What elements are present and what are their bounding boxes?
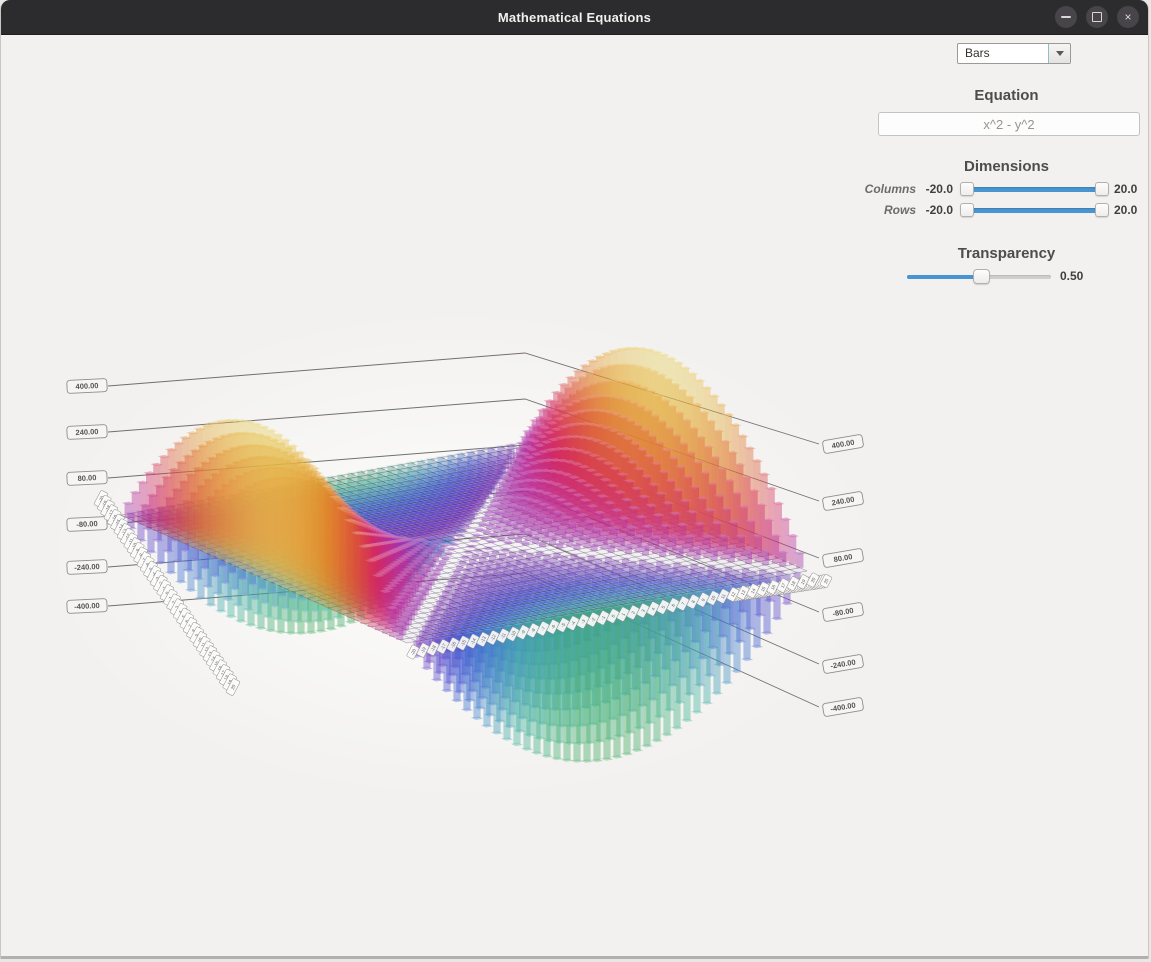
titlebar[interactable]: Mathematical Equations × xyxy=(1,0,1148,35)
minimize-icon xyxy=(1061,16,1071,18)
minimize-button[interactable] xyxy=(1055,6,1077,28)
transparency-heading: Transparency xyxy=(861,245,1151,262)
columns-max-value: 20.0 xyxy=(1114,182,1137,196)
chevron-down-icon xyxy=(1056,51,1064,56)
close-icon: × xyxy=(1124,6,1131,28)
equation-heading: Equation xyxy=(861,87,1151,104)
equation-input[interactable] xyxy=(878,112,1140,136)
rows-range-slider[interactable] xyxy=(961,203,1108,218)
rows-slider-track xyxy=(963,208,1106,213)
columns-slider-right-handle[interactable] xyxy=(1095,182,1109,196)
transparency-slider-handle[interactable] xyxy=(973,269,990,284)
rows-slider-left-handle[interactable] xyxy=(960,203,974,217)
main-content: Bars Equation Dimensions Columns -20.0 2… xyxy=(1,35,1148,956)
window-title: Mathematical Equations xyxy=(498,10,651,25)
transparency-row: 0.50 xyxy=(861,268,1151,284)
columns-slider-left-handle[interactable] xyxy=(960,182,974,196)
transparency-slider[interactable] xyxy=(907,269,1051,284)
maximize-icon xyxy=(1092,12,1102,22)
rows-label: Rows xyxy=(861,203,916,217)
transparency-value: 0.50 xyxy=(1060,269,1083,283)
close-button[interactable]: × xyxy=(1117,6,1139,28)
rows-max-value: 20.0 xyxy=(1114,203,1137,217)
columns-min-value: -20.0 xyxy=(916,182,953,196)
columns-slider-track xyxy=(963,187,1106,192)
rows-slider-right-handle[interactable] xyxy=(1095,203,1109,217)
columns-dimension-row: Columns -20.0 20.0 xyxy=(861,181,1151,197)
transparency-slider-fill xyxy=(907,275,982,279)
settings-panel: Bars Equation Dimensions Columns -20.0 2… xyxy=(861,35,1151,956)
columns-range-slider[interactable] xyxy=(961,182,1108,197)
dimensions-heading: Dimensions xyxy=(861,158,1151,175)
bars-3d-chart[interactable] xyxy=(1,35,901,956)
window-controls: × xyxy=(1055,6,1139,28)
app-window: Mathematical Equations × Bars Equation D… xyxy=(0,0,1149,959)
dropdown-arrow-button[interactable] xyxy=(1048,44,1070,63)
columns-label: Columns xyxy=(861,182,916,196)
chart-type-value: Bars xyxy=(965,46,990,60)
chart-type-dropdown[interactable]: Bars xyxy=(957,43,1071,64)
rows-min-value: -20.0 xyxy=(916,203,953,217)
maximize-button[interactable] xyxy=(1086,6,1108,28)
rows-dimension-row: Rows -20.0 20.0 xyxy=(861,202,1151,218)
